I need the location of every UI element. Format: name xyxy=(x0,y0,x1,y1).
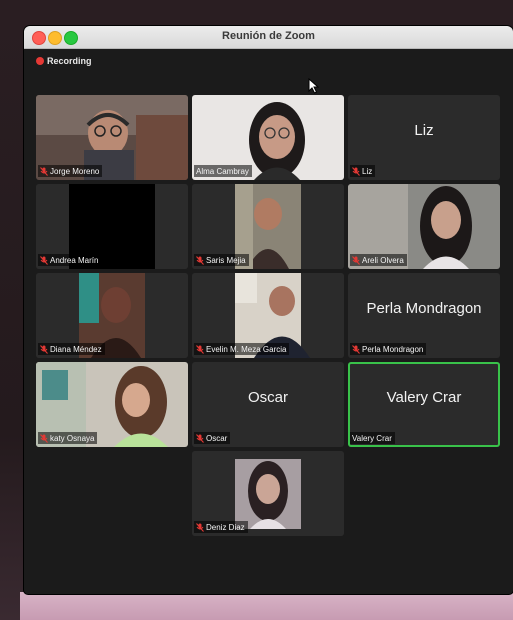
participant-name: Saris Mejia xyxy=(206,255,246,265)
participant-label: Saris Mejia xyxy=(194,254,249,266)
window-title: Reunión de Zoom xyxy=(222,30,315,42)
participant-name: Deniz Diaz xyxy=(206,522,245,532)
participant-label: Evelin M. Meza Garcia xyxy=(194,343,290,355)
participant-label: Oscar xyxy=(194,432,231,444)
participant-label: Valery Crar xyxy=(350,432,395,444)
participant-label: Alma Cambray xyxy=(194,165,252,177)
participant-tile-evelin-meza[interactable]: Evelin M. Meza Garcia xyxy=(192,273,344,358)
participant-display-name: Valery Crar xyxy=(386,388,462,406)
mic-muted-icon xyxy=(352,255,360,265)
participant-display-name: Oscar xyxy=(247,388,288,406)
participant-name: Andrea Marín xyxy=(50,255,99,265)
mic-muted-icon xyxy=(40,344,48,354)
participant-label: Andrea Marín xyxy=(38,254,102,266)
mic-muted-icon xyxy=(352,166,360,176)
participant-tile-perla-mondragon[interactable]: Perla Mondragon Perla Mondragon xyxy=(348,273,500,358)
participant-label: Jorge Moreno xyxy=(38,165,103,177)
participant-label: Diana Méndez xyxy=(38,343,105,355)
participant-tile-andrea-marin[interactable]: Andrea Marín xyxy=(36,184,188,269)
desktop-dock-strip xyxy=(20,592,513,620)
participant-tile-katy-osnaya[interactable]: katy Osnaya xyxy=(36,362,188,447)
participant-name: Jorge Moreno xyxy=(50,166,100,176)
participant-name: katy Osnaya xyxy=(50,433,95,443)
participant-label: Deniz Diaz xyxy=(194,521,248,533)
mic-muted-icon xyxy=(40,255,48,265)
participant-name: Valery Crar xyxy=(352,433,392,443)
cursor-icon xyxy=(308,78,320,94)
participant-label: Areli Olvera xyxy=(350,254,407,266)
participant-tile-liz[interactable]: Liz Liz xyxy=(348,95,500,180)
participant-tile-jorge-moreno[interactable]: Jorge Moreno xyxy=(36,95,188,180)
participant-name: Evelin M. Meza Garcia xyxy=(206,344,287,354)
participant-tile-oscar[interactable]: Oscar Oscar xyxy=(192,362,344,447)
participant-display-name: Perla Mondragon xyxy=(366,299,482,317)
participant-tile-areli-olvera[interactable]: Areli Olvera xyxy=(348,184,500,269)
participant-name: Liz xyxy=(362,166,373,176)
participant-tile-saris-mejia[interactable]: Saris Mejia xyxy=(192,184,344,269)
participant-tile-alma-cambray[interactable]: Alma Cambray xyxy=(192,95,344,180)
mic-muted-icon xyxy=(196,522,204,532)
mic-muted-icon xyxy=(40,166,48,176)
zoom-meeting-window: Reunión de Zoom Recording Jorge Moreno A… xyxy=(24,26,513,594)
participant-name: Diana Méndez xyxy=(50,344,102,354)
participant-display-name: Liz xyxy=(414,121,434,139)
mic-muted-icon xyxy=(40,433,48,443)
participant-name: Areli Olvera xyxy=(362,255,404,265)
recording-label: Recording xyxy=(47,56,92,66)
participant-tile-diana-mendez[interactable]: Diana Méndez xyxy=(36,273,188,358)
mic-muted-icon xyxy=(352,344,360,354)
participant-tile-valery-crar[interactable]: Valery Crar Valery Crar xyxy=(348,362,500,447)
window-titlebar: Reunión de Zoom xyxy=(24,26,513,49)
participant-name: Alma Cambray xyxy=(196,166,249,176)
participant-label: Perla Mondragon xyxy=(350,343,427,355)
recording-dot-icon xyxy=(36,57,44,65)
participant-label: katy Osnaya xyxy=(38,432,98,444)
mic-muted-icon xyxy=(196,433,204,443)
recording-indicator[interactable]: Recording xyxy=(36,56,92,66)
participant-label: Liz xyxy=(350,165,376,177)
participant-tile-deniz-diaz[interactable]: Deniz Diaz xyxy=(192,451,344,536)
participant-name: Oscar xyxy=(206,433,228,443)
mic-muted-icon xyxy=(196,344,204,354)
mic-muted-icon xyxy=(196,255,204,265)
participant-name: Perla Mondragon xyxy=(362,344,424,354)
